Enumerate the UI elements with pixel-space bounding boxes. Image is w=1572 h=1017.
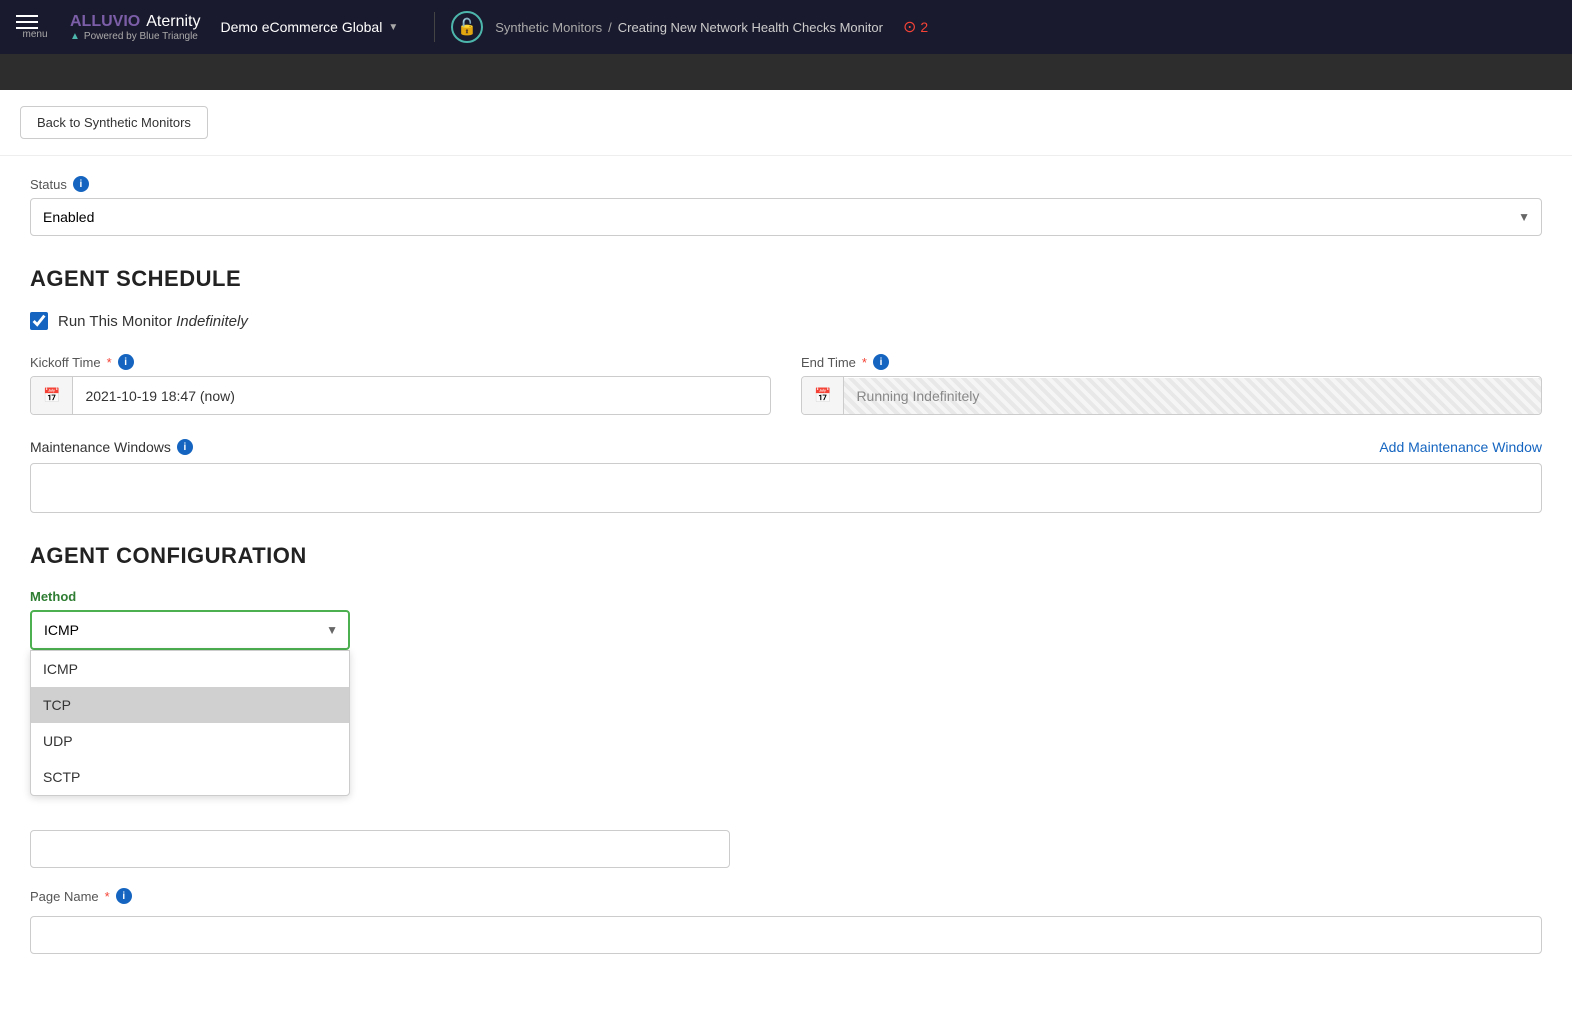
breadcrumb-link[interactable]: Synthetic Monitors (495, 20, 602, 35)
back-button-area: Back to Synthetic Monitors (0, 90, 1572, 156)
kickoff-calendar-icon[interactable]: 📅 (31, 377, 73, 414)
page-name-label: Page Name * i (30, 888, 1542, 904)
triangle-icon: ▲ (70, 31, 80, 42)
alert-icon: ⊙ (903, 17, 916, 37)
account-selector[interactable]: Demo eCommerce Global ▼ (220, 19, 398, 35)
method-label: Method (30, 589, 1542, 604)
kickoff-info-icon[interactable]: i (118, 354, 134, 370)
time-fields-row: Kickoff Time * i 📅 2021-10-19 18:47 (now… (30, 354, 1542, 415)
maintenance-label-wrap: Maintenance Windows i (30, 439, 193, 455)
kickoff-time-field: Kickoff Time * i 📅 2021-10-19 18:47 (now… (30, 354, 771, 415)
nav-divider (434, 12, 435, 42)
page-name-info-icon[interactable]: i (116, 888, 132, 904)
run-indefinitely-label: Run This Monitor Indefinitely (58, 313, 248, 330)
end-time-field: End Time * i 📅 Running Indefinitely (801, 354, 1542, 415)
method-dropdown-options: ICMP TCP UDP SCTP (30, 650, 350, 796)
method-select-wrapper: ICMP TCP UDP SCTP ▼ (30, 610, 350, 650)
account-dropdown-icon: ▼ (388, 22, 398, 33)
back-button[interactable]: Back to Synthetic Monitors (20, 106, 208, 139)
agent-schedule-heading: AGENT SCHEDULE (30, 266, 1542, 292)
breadcrumb-separator: / (608, 20, 612, 35)
dropdown-option-udp[interactable]: UDP (31, 723, 349, 759)
lock-icon: 🔓 (451, 11, 483, 43)
account-name: Demo eCommerce Global (220, 19, 382, 35)
end-required-star: * (862, 355, 867, 370)
page-name-section: Page Name * i (30, 888, 1542, 954)
menu-label: menu (22, 29, 47, 40)
host-field (30, 830, 730, 868)
method-field: Method ICMP TCP UDP SCTP ▼ ICMP TCP UDP … (30, 589, 1542, 650)
maintenance-info-icon[interactable]: i (177, 439, 193, 455)
end-calendar-icon[interactable]: 📅 (802, 377, 844, 414)
top-nav: menu ALLUVIO Aternity ▲ Powered by Blue … (0, 0, 1572, 54)
form-area: Status i Enabled Disabled ▼ AGENT SCHEDU… (0, 156, 1572, 974)
run-indefinitely-row: Run This Monitor Indefinitely (30, 312, 1542, 330)
alert-badge[interactable]: ⊙ 2 (903, 17, 928, 37)
run-indefinitely-checkbox[interactable] (30, 312, 48, 330)
host-input[interactable] (30, 830, 730, 868)
page-name-input[interactable] (30, 916, 1542, 954)
status-section: Status i Enabled Disabled ▼ (30, 176, 1542, 236)
main-content: Back to Synthetic Monitors Status i Enab… (0, 90, 1572, 1017)
end-info-icon[interactable]: i (873, 354, 889, 370)
end-time-label: End Time * i (801, 354, 1542, 370)
brand-alluvio: ALLUVIO (70, 13, 140, 31)
end-time-value: Running Indefinitely (844, 378, 1541, 414)
method-select[interactable]: ICMP TCP UDP SCTP (30, 610, 350, 650)
menu-button[interactable]: menu (16, 15, 54, 40)
maintenance-box (30, 463, 1542, 513)
brand: ALLUVIO Aternity ▲ Powered by Blue Trian… (70, 13, 200, 42)
page-name-required-star: * (105, 889, 110, 904)
kickoff-time-input-wrap: 📅 2021-10-19 18:47 (now) (30, 376, 771, 415)
status-select[interactable]: Enabled Disabled (30, 198, 1542, 236)
breadcrumb-current: Creating New Network Health Checks Monit… (618, 20, 883, 35)
status-info-icon[interactable]: i (73, 176, 89, 192)
status-select-wrapper: Enabled Disabled ▼ (30, 198, 1542, 236)
add-maintenance-link[interactable]: Add Maintenance Window (1379, 439, 1542, 455)
sub-nav (0, 54, 1572, 90)
status-label: Status i (30, 176, 1542, 192)
agent-schedule-section: AGENT SCHEDULE Run This Monitor Indefini… (30, 266, 1542, 513)
maintenance-label-text: Maintenance Windows (30, 439, 171, 455)
maintenance-header: Maintenance Windows i Add Maintenance Wi… (30, 439, 1542, 455)
alert-count: 2 (920, 19, 928, 35)
brand-aternity: Aternity (146, 13, 200, 31)
agent-config-section: AGENT CONFIGURATION Method ICMP TCP UDP … (30, 543, 1542, 954)
dropdown-option-tcp[interactable]: TCP (31, 687, 349, 723)
kickoff-time-value: 2021-10-19 18:47 (now) (73, 378, 770, 414)
hamburger-icon (16, 15, 38, 29)
kickoff-required-star: * (107, 355, 112, 370)
brand-powered: Powered by Blue Triangle (84, 31, 198, 42)
maintenance-windows-section: Maintenance Windows i Add Maintenance Wi… (30, 439, 1542, 513)
end-time-input-wrap: 📅 Running Indefinitely (801, 376, 1542, 415)
agent-config-heading: AGENT CONFIGURATION (30, 543, 1542, 569)
dropdown-option-icmp[interactable]: ICMP (31, 651, 349, 687)
kickoff-time-label: Kickoff Time * i (30, 354, 771, 370)
breadcrumb: Synthetic Monitors / Creating New Networ… (495, 20, 883, 35)
dropdown-option-sctp[interactable]: SCTP (31, 759, 349, 795)
